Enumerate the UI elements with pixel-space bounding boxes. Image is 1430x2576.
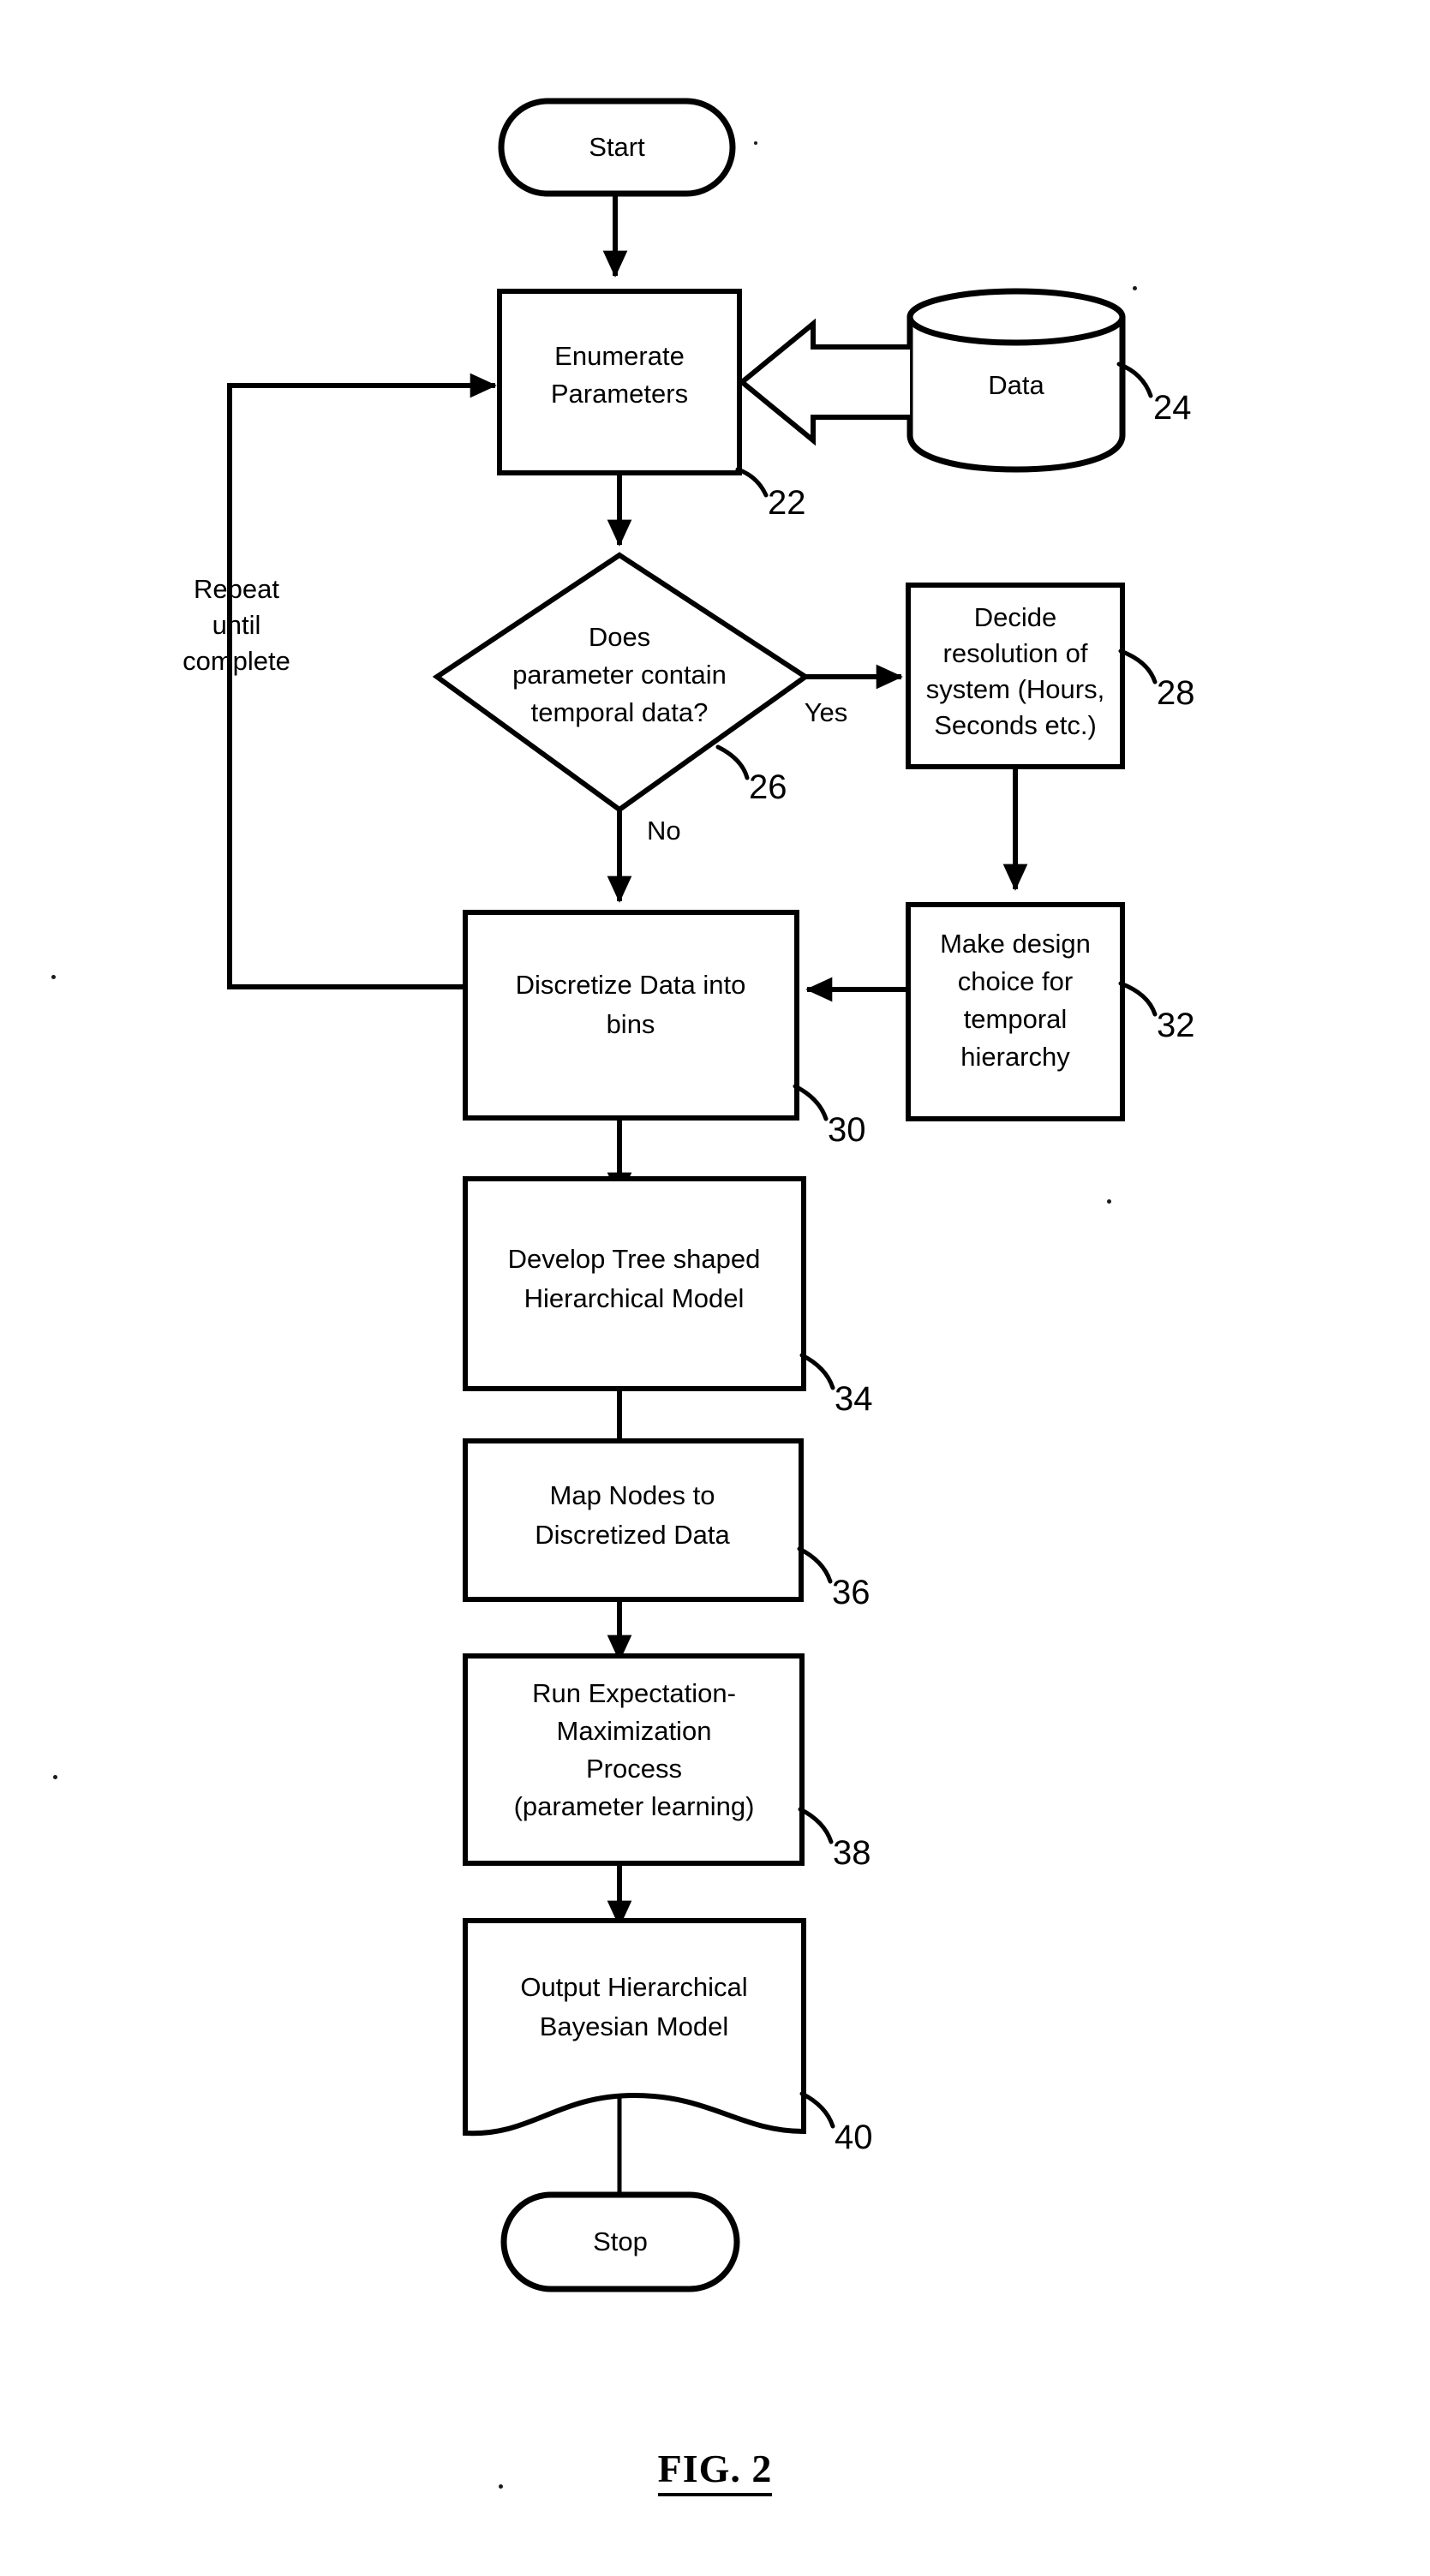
node-decide-resolution: Decide resolution of system (Hours, Seco… [906, 583, 1125, 769]
output-model-label-line2: Bayesian Model [540, 2011, 729, 2041]
map-nodes-label-line1: Map Nodes to [550, 1480, 715, 1510]
output-model-label-line1: Output Hierarchical [520, 1972, 747, 2002]
ref-number-24: 24 [1153, 389, 1192, 427]
repeat-label-line2: until [212, 610, 261, 640]
node-data-store: Data [906, 288, 1126, 473]
ref-leader-34 [799, 1353, 835, 1390]
ref-number-28: 28 [1157, 674, 1195, 712]
develop-tree-label-line2: Hierarchical Model [524, 1283, 745, 1313]
enumerate-parameters-label-line2: Parameters [551, 379, 688, 409]
ref-number-26: 26 [749, 768, 787, 806]
develop-tree-label-line1: Develop Tree shaped [508, 1244, 761, 1274]
scan-speck [1133, 286, 1137, 290]
ref-leader-26 [715, 744, 750, 780]
discretize-label-line2: bins [607, 1009, 655, 1039]
ref-leader-36 [797, 1546, 833, 1584]
ref-leader-22 [735, 467, 769, 498]
node-design-choice: Make design choice for temporal hierarch… [906, 902, 1125, 1121]
flowchart-figure: Start Enumerate Parameters 22 Data 24 Re… [0, 0, 1430, 2576]
ref-number-30: 30 [828, 1111, 866, 1149]
ref-number-36: 36 [832, 1574, 871, 1611]
decision-label-line2: parameter contain [512, 660, 727, 690]
enumerate-parameters-label-line1: Enumerate [554, 341, 685, 371]
repeat-label-line3: complete [182, 646, 290, 676]
node-em-process: Run Expectation- Maximization Process (p… [463, 1653, 805, 1866]
map-nodes-label-line2: Discretized Data [535, 1520, 730, 1550]
scan-speck [51, 975, 56, 979]
scan-speck [1107, 1199, 1111, 1204]
node-stop: Stop [500, 2191, 740, 2292]
ref-leader-38 [798, 1807, 834, 1844]
decision-label-line3: temporal data? [531, 697, 709, 727]
data-store-label: Data [988, 370, 1044, 400]
start-label: Start [589, 132, 645, 162]
node-output-model: Output Hierarchical Bayesian Model [463, 1918, 806, 2137]
ref-leader-30 [793, 1084, 829, 1121]
block-arrow-data-to-enumerate [738, 318, 910, 446]
edge-label-no: No [647, 816, 681, 846]
node-discretize-data: Discretize Data into bins [463, 910, 799, 1121]
scan-speck [53, 1775, 57, 1779]
design-choice-label-line1: Make design [940, 929, 1091, 959]
design-choice-label-line3: temporal [964, 1004, 1068, 1034]
ref-number-40: 40 [835, 2119, 873, 2156]
design-choice-label-line2: choice for [958, 966, 1073, 996]
decide-resolution-label-line2: resolution of [943, 638, 1088, 668]
decision-label-line1: Does [589, 622, 650, 652]
ref-leader-40 [799, 2091, 835, 2129]
ref-number-22: 22 [768, 484, 806, 522]
figure-caption-text: FIG. 2 [657, 2447, 773, 2496]
node-map-nodes: Map Nodes to Discretized Data [463, 1438, 804, 1602]
decide-resolution-label-line4: Seconds etc.) [934, 710, 1097, 740]
scan-speck [754, 141, 757, 145]
ref-leader-28 [1118, 648, 1158, 684]
decide-resolution-label-line3: system (Hours, [926, 674, 1104, 704]
flowchart-canvas: Start Enumerate Parameters 22 Data 24 Re… [182, 98, 1195, 2292]
figure-caption: FIG. 2 [0, 2446, 1430, 2496]
node-develop-tree: Develop Tree shaped Hierarchical Model [463, 1176, 806, 1391]
em-process-label-line1: Run Expectation- [532, 1678, 736, 1708]
em-process-label-line2: Maximization [557, 1716, 712, 1746]
stop-label: Stop [593, 2226, 648, 2256]
ref-number-32: 32 [1157, 1007, 1195, 1044]
discretize-label-line1: Discretize Data into [516, 970, 746, 1000]
ref-leader-32 [1118, 981, 1158, 1017]
repeat-label-line1: Repeat [194, 574, 279, 604]
ref-number-38: 38 [833, 1834, 871, 1872]
em-process-label-line4: (parameter learning) [514, 1791, 755, 1821]
node-enumerate-parameters: Enumerate Parameters [497, 289, 742, 475]
node-start: Start [498, 98, 736, 197]
edge-label-yes: Yes [805, 697, 848, 727]
em-process-label-line3: Process [586, 1754, 682, 1784]
ref-number-34: 34 [835, 1380, 873, 1418]
decide-resolution-label-line1: Decide [974, 602, 1057, 632]
data-cylinder-top [906, 288, 1126, 346]
design-choice-label-line4: hierarchy [960, 1042, 1070, 1072]
